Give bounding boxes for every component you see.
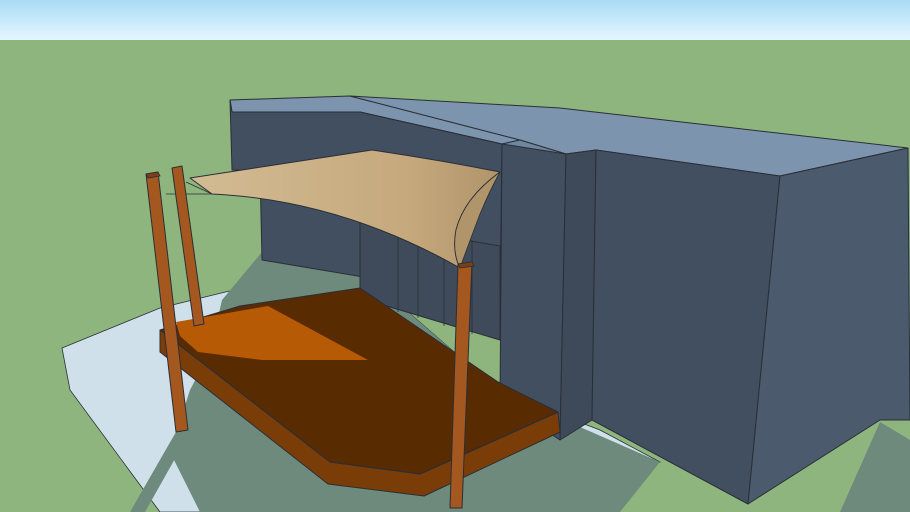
sky xyxy=(0,0,910,40)
3d-scene xyxy=(0,0,910,512)
model-viewport[interactable] xyxy=(0,0,910,512)
building-front-step xyxy=(559,149,597,441)
